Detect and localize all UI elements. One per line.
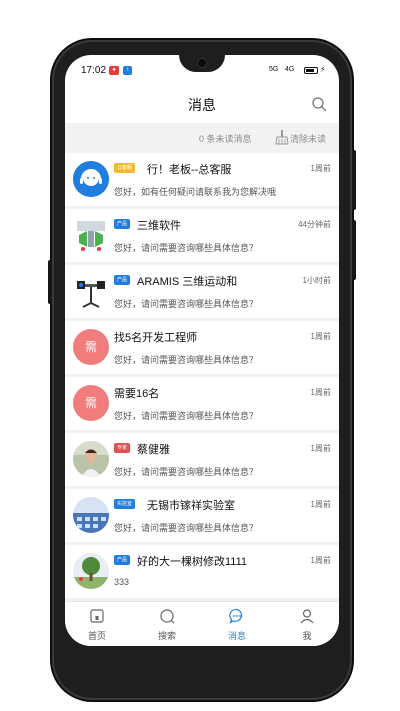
phone-screen: 17:02 ● ↑ 5G 4G ⚡ 消息 0 条未读消息 清除未读 云客服 行！… xyxy=(65,55,339,646)
category-tag: 专家 xyxy=(114,443,131,453)
contact-name: 需要16名 xyxy=(114,388,160,400)
category-tag: 产品 xyxy=(114,219,131,229)
demand-avatar-text: 需 xyxy=(84,396,97,410)
top-header: 消息 xyxy=(65,87,339,123)
nav-messages[interactable]: 消息 xyxy=(207,602,267,646)
contact-name: 行！老板--总客服 xyxy=(147,164,232,176)
nav-label: 消息 xyxy=(227,631,246,641)
message-preview: 您好，请问需要咨询哪些具体信息？ xyxy=(114,299,259,309)
category-tag: 云客服 xyxy=(114,163,136,173)
message-item[interactable]: 需 找5名开发工程师 1周前 您好，请问需要咨询哪些具体信息？ xyxy=(65,321,339,377)
message-preview: 您好，请问需要咨询哪些具体信息？ xyxy=(114,467,259,477)
contact-name: 三维软件 xyxy=(137,220,181,232)
demand-avatar: 需 xyxy=(73,329,109,365)
demand-avatar: 需 xyxy=(73,385,109,421)
message-preview: 您好，请问需要咨询哪些具体信息？ xyxy=(114,523,259,533)
product-avatar xyxy=(73,217,109,253)
message-preview: 您好，如有任何疑问请联系我为您解决哦 xyxy=(114,187,277,197)
category-tag: 产品 xyxy=(114,555,131,565)
status-time: 17:02 xyxy=(81,65,107,76)
contact-name: 好的大一棵树修改1111 xyxy=(137,556,248,568)
message-time: 1周前 xyxy=(310,444,331,453)
product-image xyxy=(73,217,109,253)
message-preview: 您好，请问需要咨询哪些具体信息？ xyxy=(114,411,259,421)
product-avatar xyxy=(73,273,109,309)
nav-home[interactable]: 首页 xyxy=(67,602,127,646)
page-title: 消息 xyxy=(188,97,216,113)
message-preview: 您好，请问需要咨询哪些具体信息？ xyxy=(114,243,259,253)
volume-up-button xyxy=(352,150,356,210)
unread-bar: 0 条未读消息 清除未读 xyxy=(65,123,339,153)
message-item[interactable]: 产品 好的大一棵树修改1111 1周前 333 xyxy=(65,545,339,601)
message-time: 44分钟前 xyxy=(298,220,331,229)
charging-icon: ⚡ xyxy=(320,65,326,74)
broom-icon[interactable] xyxy=(275,129,289,145)
message-item[interactable]: 产品 ARAMIS 三维运动和 1小时前 您好，请问需要咨询哪些具体信息？ xyxy=(65,265,339,321)
contact-name: ARAMIS 三维运动和 xyxy=(137,276,238,288)
volume-down-button xyxy=(352,220,356,280)
user-icon xyxy=(300,609,314,624)
tree-photo xyxy=(73,553,109,589)
contact-name: 无锡市镓祥实验室 xyxy=(147,500,235,512)
message-item[interactable]: 云客服 行！老板--总客服 1周前 您好，如有任何疑问请联系我为您解决哦 xyxy=(65,153,339,209)
battery-icon xyxy=(304,67,318,74)
message-preview: 333 xyxy=(114,577,130,587)
lab-building-image xyxy=(73,497,109,533)
message-item[interactable]: 专家 蔡健雅 1周前 您好，请问需要咨询哪些具体信息？ xyxy=(65,433,339,489)
nav-label: 首页 xyxy=(87,631,106,641)
contact-name: 找5名开发工程师 xyxy=(114,332,198,344)
lab-avatar xyxy=(73,497,109,533)
app-notification-icon: ● xyxy=(109,66,119,75)
upload-icon: ↑ xyxy=(123,66,132,75)
unread-count: 0 条未读消息 xyxy=(199,134,252,144)
search-icon[interactable] xyxy=(311,96,327,112)
message-time: 1周前 xyxy=(310,164,331,173)
headset-icon xyxy=(73,161,109,197)
message-item[interactable]: 实验室 无锡市镓祥实验室 1周前 您好，请问需要咨询哪些具体信息？ xyxy=(65,489,339,545)
category-tag: 实验室 xyxy=(114,499,136,509)
message-time: 1周前 xyxy=(310,332,331,341)
message-time: 1周前 xyxy=(310,500,331,509)
signal-strength-icon: 4G xyxy=(285,66,295,73)
message-time: 1周前 xyxy=(310,556,331,565)
signal-strength-icon: 5G xyxy=(269,66,279,73)
contact-name: 蔡健雅 xyxy=(137,444,170,456)
phone-side-button xyxy=(48,260,52,304)
message-time: 1周前 xyxy=(310,388,331,397)
product-avatar xyxy=(73,553,109,589)
expert-avatar xyxy=(73,441,109,477)
message-item[interactable]: 需 需要16名 1周前 您好，请问需要咨询哪些具体信息？ xyxy=(65,377,339,433)
customer-service-avatar xyxy=(73,161,109,197)
nav-label: 我 xyxy=(302,631,312,641)
person-photo xyxy=(73,441,109,477)
front-camera xyxy=(198,59,206,67)
nav-profile[interactable]: 我 xyxy=(277,602,337,646)
message-item[interactable]: 产品 三维软件 44分钟前 您好，请问需要咨询哪些具体信息？ xyxy=(65,209,339,265)
demand-avatar-text: 需 xyxy=(84,340,97,354)
product-image xyxy=(73,273,109,309)
chat-icon xyxy=(229,608,243,624)
nav-search[interactable]: 搜索 xyxy=(137,602,197,646)
bottom-navigation: 首页 搜索 消息 我 xyxy=(65,601,339,646)
nav-label: 搜索 xyxy=(157,631,176,641)
category-tag: 产品 xyxy=(114,275,131,285)
clear-unread-button[interactable]: 清除未读 xyxy=(290,132,326,145)
message-list: 云客服 行！老板--总客服 1周前 您好，如有任何疑问请联系我为您解决哦 产品 … xyxy=(65,153,339,601)
search-icon xyxy=(160,609,175,624)
home-icon xyxy=(90,609,104,623)
message-time: 1小时前 xyxy=(302,276,331,285)
message-preview: 您好，请问需要咨询哪些具体信息？ xyxy=(114,355,259,365)
